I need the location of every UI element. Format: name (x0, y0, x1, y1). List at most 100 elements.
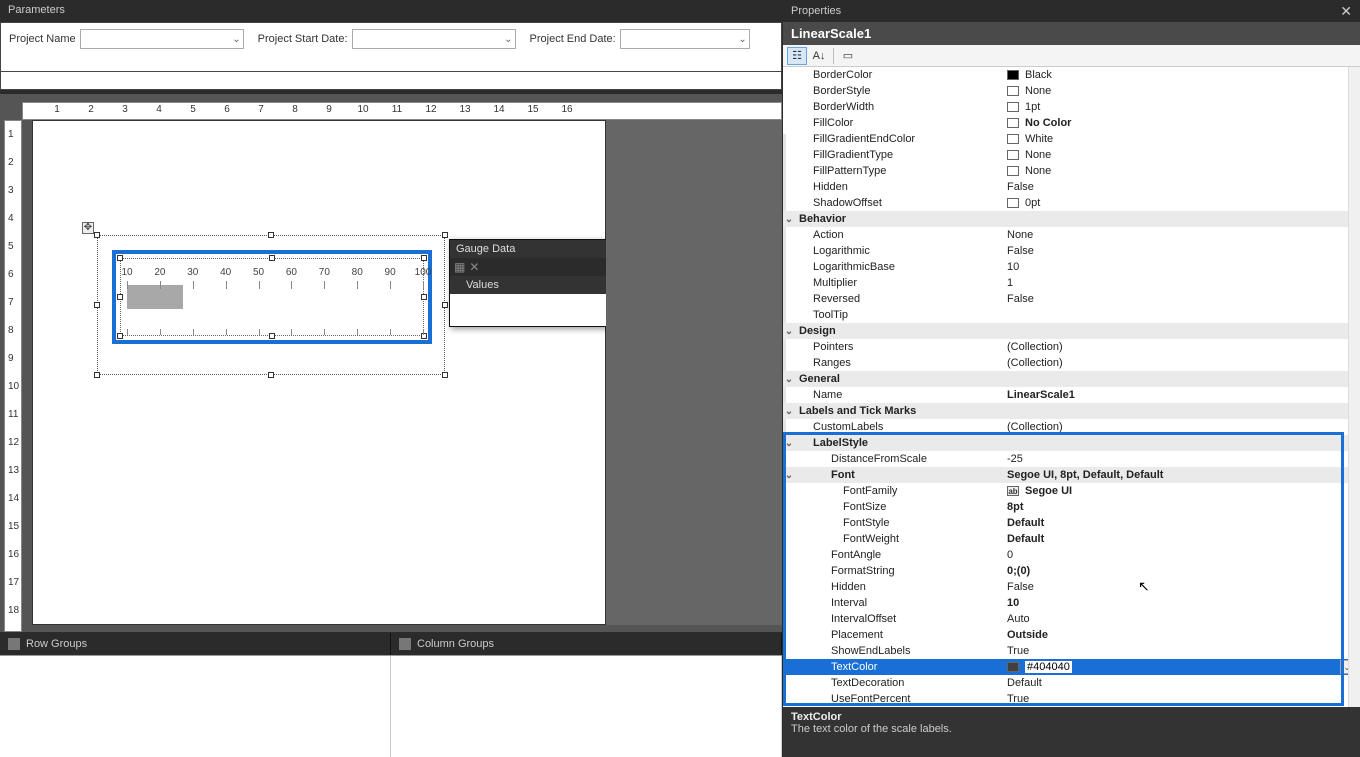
property-row[interactable]: TextColor#404040⌄ (783, 659, 1360, 675)
close-icon[interactable]: ✕ (469, 260, 479, 274)
property-value[interactable]: 0 (1003, 549, 1360, 561)
property-row[interactable]: CustomLabels(Collection) (783, 419, 1360, 435)
param-dropdown-end-date[interactable]: ⌄ (620, 29, 750, 49)
properties-object-name[interactable]: LinearScale1 (783, 22, 1360, 45)
property-row[interactable]: IntervalOffsetAuto (783, 611, 1360, 627)
property-row[interactable]: BorderColorBlack (783, 67, 1360, 83)
property-value[interactable]: No Color (1003, 117, 1360, 129)
property-row[interactable]: Pointers(Collection) (783, 339, 1360, 355)
move-handle-icon[interactable]: ✥ (82, 222, 94, 234)
property-row[interactable]: FontWeightDefault (783, 531, 1360, 547)
param-dropdown-start-date[interactable]: ⌄ (352, 29, 516, 49)
gauge-data-values-area[interactable] (450, 294, 626, 326)
resize-handle[interactable] (421, 294, 427, 300)
property-category[interactable]: ⌄Behavior (783, 211, 1360, 227)
property-value[interactable]: None (1003, 229, 1360, 241)
expand-icon[interactable]: ⌄ (783, 406, 795, 417)
property-value[interactable]: None (1003, 149, 1360, 161)
expand-icon[interactable]: ⌄ (783, 470, 795, 481)
property-row[interactable]: FillGradientTypeNone (783, 147, 1360, 163)
property-value[interactable]: False (1003, 293, 1360, 305)
property-value[interactable]: LinearScale1 (1003, 389, 1360, 401)
property-value[interactable]: Auto (1003, 613, 1360, 625)
gauge-selection[interactable]: 102030405060708090100 (112, 250, 432, 344)
property-category[interactable]: ⌄FontSegoe UI, 8pt, Default, Default (783, 467, 1360, 483)
row-groups-area[interactable] (0, 656, 391, 757)
property-value[interactable]: Outside (1003, 629, 1360, 641)
resize-handle[interactable] (269, 255, 275, 261)
property-value[interactable]: None (1003, 165, 1360, 177)
property-value[interactable]: 1 (1003, 277, 1360, 289)
property-value[interactable]: (Collection) (1003, 341, 1360, 353)
expand-icon[interactable]: ⌄ (783, 214, 795, 225)
property-value[interactable]: 10 (1003, 261, 1360, 273)
close-icon[interactable]: ✕ (1340, 3, 1352, 20)
scrollbar[interactable] (1348, 67, 1360, 707)
property-row[interactable]: Ranges(Collection) (783, 355, 1360, 371)
property-category[interactable]: ⌄General (783, 371, 1360, 387)
column-groups-header[interactable]: Column Groups (391, 633, 782, 655)
report-page[interactable]: ✥ 1020304050607080 (32, 120, 606, 625)
gauge-data-popup[interactable]: Gauge Data ▦ ✕ Values (449, 239, 627, 327)
resize-handle[interactable] (442, 302, 448, 308)
property-row[interactable]: DistanceFromScale-25 (783, 451, 1360, 467)
alphabetical-button[interactable]: A↓ (809, 47, 829, 65)
property-value[interactable]: True (1003, 645, 1360, 657)
property-row[interactable]: Interval10 (783, 595, 1360, 611)
property-row[interactable]: PlacementOutside (783, 627, 1360, 643)
resize-handle[interactable] (442, 232, 448, 238)
property-row[interactable]: LogarithmicFalse (783, 243, 1360, 259)
row-groups-header[interactable]: Row Groups (0, 633, 391, 655)
property-pages-button[interactable]: ▭ (838, 47, 858, 65)
property-row[interactable]: LogarithmicBase10 (783, 259, 1360, 275)
property-value[interactable]: (Collection) (1003, 421, 1360, 433)
property-row[interactable]: ShadowOffset0pt (783, 195, 1360, 211)
gauge-scale[interactable]: 102030405060708090100 (120, 258, 424, 336)
property-row[interactable]: FontStyleDefault (783, 515, 1360, 531)
resize-handle[interactable] (94, 372, 100, 378)
property-value[interactable]: 0pt (1003, 197, 1360, 209)
property-value[interactable]: Default (1003, 677, 1360, 689)
column-groups-area[interactable] (391, 656, 782, 757)
property-value[interactable]: Segoe UI, 8pt, Default, Default (1003, 469, 1360, 481)
property-row[interactable]: TextDecorationDefault (783, 675, 1360, 691)
property-value[interactable]: 0;(0) (1003, 565, 1360, 577)
resize-handle[interactable] (269, 333, 275, 339)
properties-grid[interactable]: BorderColorBlackBorderStyleNoneBorderWid… (783, 67, 1360, 707)
property-value[interactable]: False (1003, 581, 1360, 593)
property-value[interactable]: -25 (1003, 453, 1360, 465)
property-row[interactable]: FontAngle0 (783, 547, 1360, 563)
resize-handle[interactable] (421, 255, 427, 261)
property-value[interactable]: 10 (1003, 597, 1360, 609)
property-value[interactable]: (Collection) (1003, 357, 1360, 369)
property-row[interactable]: FontFamilyabSegoe UI (783, 483, 1360, 499)
property-row[interactable]: ActionNone (783, 227, 1360, 243)
property-row[interactable]: ShowEndLabelsTrue (783, 643, 1360, 659)
property-value[interactable]: White (1003, 133, 1360, 145)
property-row[interactable]: FontSize8pt (783, 499, 1360, 515)
property-row[interactable]: NameLinearScale1 (783, 387, 1360, 403)
resize-handle[interactable] (442, 372, 448, 378)
expand-icon[interactable]: ⌄ (783, 326, 795, 337)
property-row[interactable]: HiddenFalse (783, 579, 1360, 595)
expand-icon[interactable]: ⌄ (783, 374, 795, 385)
property-category[interactable]: ⌄Design (783, 323, 1360, 339)
property-row[interactable]: FillColorNo Color (783, 115, 1360, 131)
property-value[interactable]: False (1003, 245, 1360, 257)
table-icon[interactable]: ▦ (454, 260, 465, 274)
property-value[interactable]: Black (1003, 69, 1360, 81)
resize-handle[interactable] (268, 232, 274, 238)
resize-handle[interactable] (268, 372, 274, 378)
property-row[interactable]: ToolTip (783, 307, 1360, 323)
property-value[interactable]: 8pt (1003, 501, 1360, 513)
param-dropdown-project-name[interactable]: ⌄ (80, 29, 244, 49)
property-value[interactable]: None (1003, 85, 1360, 97)
resize-handle[interactable] (117, 333, 123, 339)
property-row[interactable]: HiddenFalse (783, 179, 1360, 195)
property-row[interactable]: FormatString0;(0) (783, 563, 1360, 579)
property-category[interactable]: ⌄LabelStyle (783, 435, 1360, 451)
design-surface[interactable]: 12345678910111213141516 1234567891011121… (0, 94, 782, 632)
property-row[interactable]: FillPatternTypeNone (783, 163, 1360, 179)
property-value[interactable]: #404040 (1003, 661, 1360, 673)
property-row[interactable]: BorderWidth1pt (783, 99, 1360, 115)
